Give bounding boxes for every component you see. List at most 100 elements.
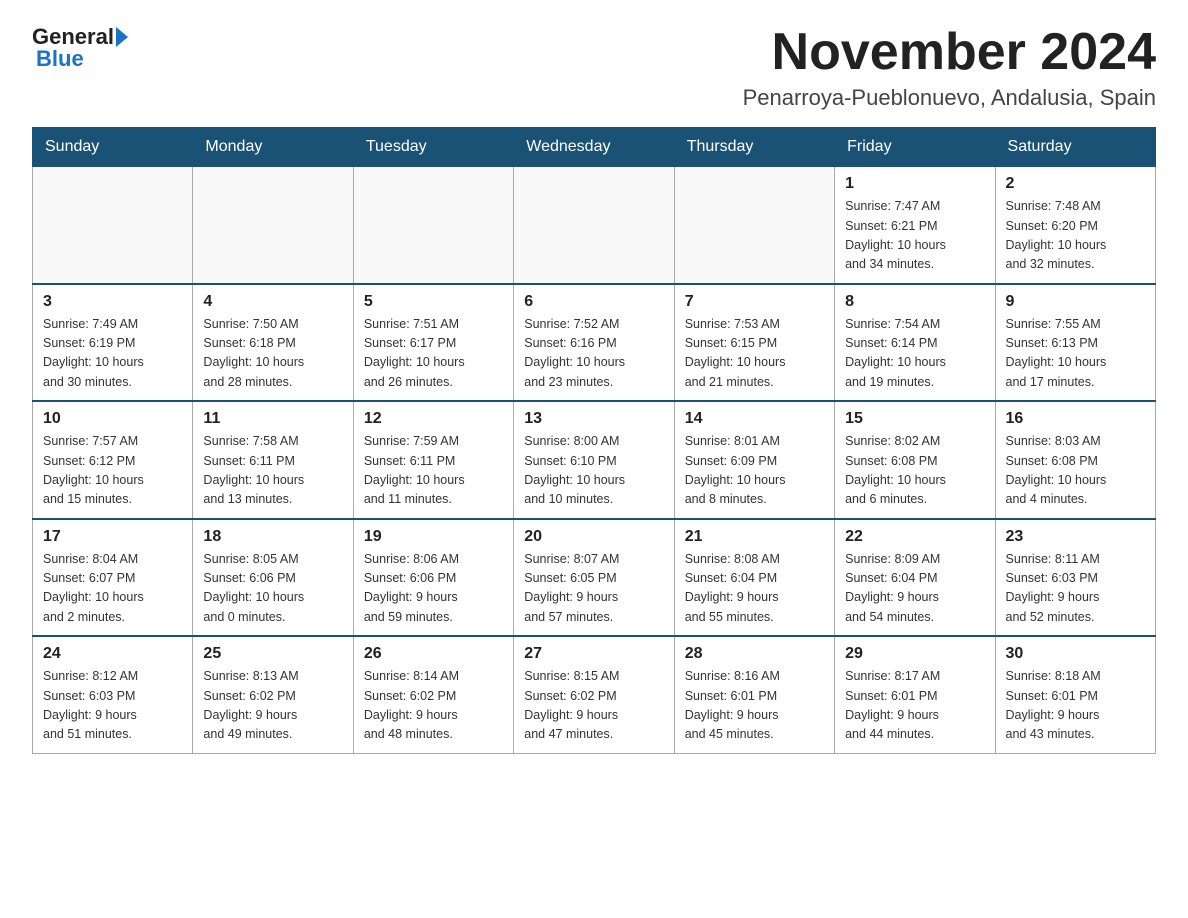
day-info: Sunrise: 8:12 AM Sunset: 6:03 PM Dayligh… — [43, 667, 182, 745]
day-info: Sunrise: 8:05 AM Sunset: 6:06 PM Dayligh… — [203, 550, 342, 628]
calendar-cell: 26 Sunrise: 8:14 AM Sunset: 6:02 PM Dayli… — [353, 636, 513, 753]
day-info: Sunrise: 7:49 AM Sunset: 6:19 PM Dayligh… — [43, 315, 182, 393]
logo: General Blue — [32, 24, 128, 72]
page-header: General Blue November 2024 Penarroya-Pue… — [32, 24, 1156, 111]
logo-blue-label: Blue — [36, 46, 84, 72]
column-header-tuesday: Tuesday — [353, 128, 513, 167]
location: Penarroya-Pueblonuevo, Andalusia, Spain — [743, 85, 1156, 111]
day-number: 21 — [685, 528, 824, 546]
day-number: 14 — [685, 410, 824, 428]
calendar-cell: 16 Sunrise: 8:03 AM Sunset: 6:08 PM Dayli… — [995, 401, 1155, 519]
day-info: Sunrise: 8:13 AM Sunset: 6:02 PM Dayligh… — [203, 667, 342, 745]
day-number: 24 — [43, 645, 182, 663]
calendar-week-row: 3 Sunrise: 7:49 AM Sunset: 6:19 PM Daylig… — [33, 284, 1156, 402]
day-number: 16 — [1006, 410, 1145, 428]
day-number: 7 — [685, 293, 824, 311]
day-info: Sunrise: 7:59 AM Sunset: 6:11 PM Dayligh… — [364, 432, 503, 510]
calendar-cell: 12Sunrise: 7:59 AM Sunset: 6:11 PM Dayli… — [353, 401, 513, 519]
calendar-cell: 13Sunrise: 8:00 AM Sunset: 6:10 PM Dayli… — [514, 401, 674, 519]
month-title: November 2024 — [743, 24, 1156, 81]
calendar-cell — [674, 167, 834, 284]
day-number: 5 — [364, 293, 503, 311]
calendar-cell: 24 Sunrise: 8:12 AM Sunset: 6:03 PM Dayli… — [33, 636, 193, 753]
calendar-cell: 18 Sunrise: 8:05 AM Sunset: 6:06 PM Dayli… — [193, 519, 353, 637]
day-number: 28 — [685, 645, 824, 663]
day-number: 30 — [1006, 645, 1145, 663]
column-header-sunday: Sunday — [33, 128, 193, 167]
day-number: 8 — [845, 293, 984, 311]
day-number: 19 — [364, 528, 503, 546]
day-info: Sunrise: 8:01 AM Sunset: 6:09 PM Dayligh… — [685, 432, 824, 510]
day-info: Sunrise: 8:09 AM Sunset: 6:04 PM Dayligh… — [845, 550, 984, 628]
calendar-cell: 14 Sunrise: 8:01 AM Sunset: 6:09 PM Dayli… — [674, 401, 834, 519]
day-info: Sunrise: 8:11 AM Sunset: 6:03 PM Dayligh… — [1006, 550, 1145, 628]
calendar-cell: 30 Sunrise: 8:18 AM Sunset: 6:01 PM Dayli… — [995, 636, 1155, 753]
calendar-cell — [193, 167, 353, 284]
calendar-cell: 2Sunrise: 7:48 AM Sunset: 6:20 PM Daylig… — [995, 167, 1155, 284]
calendar-cell — [33, 167, 193, 284]
calendar-cell: 19 Sunrise: 8:06 AM Sunset: 6:06 PM Dayli… — [353, 519, 513, 637]
day-info: Sunrise: 8:14 AM Sunset: 6:02 PM Dayligh… — [364, 667, 503, 745]
calendar-cell: 23 Sunrise: 8:11 AM Sunset: 6:03 PM Dayli… — [995, 519, 1155, 637]
calendar-cell: 3 Sunrise: 7:49 AM Sunset: 6:19 PM Daylig… — [33, 284, 193, 402]
day-info: Sunrise: 7:48 AM Sunset: 6:20 PM Dayligh… — [1006, 197, 1145, 275]
day-number: 27 — [524, 645, 663, 663]
day-info: Sunrise: 8:02 AM Sunset: 6:08 PM Dayligh… — [845, 432, 984, 510]
calendar-cell: 22 Sunrise: 8:09 AM Sunset: 6:04 PM Dayli… — [835, 519, 995, 637]
day-number: 3 — [43, 293, 182, 311]
day-number: 17 — [43, 528, 182, 546]
day-number: 9 — [1006, 293, 1145, 311]
column-header-thursday: Thursday — [674, 128, 834, 167]
calendar-cell: 6 Sunrise: 7:52 AM Sunset: 6:16 PM Daylig… — [514, 284, 674, 402]
day-number: 22 — [845, 528, 984, 546]
calendar-cell: 11Sunrise: 7:58 AM Sunset: 6:11 PM Dayli… — [193, 401, 353, 519]
day-info: Sunrise: 7:58 AM Sunset: 6:11 PM Dayligh… — [203, 432, 342, 510]
day-info: Sunrise: 8:04 AM Sunset: 6:07 PM Dayligh… — [43, 550, 182, 628]
calendar-cell: 20 Sunrise: 8:07 AM Sunset: 6:05 PM Dayli… — [514, 519, 674, 637]
day-number: 13 — [524, 410, 663, 428]
day-number: 15 — [845, 410, 984, 428]
calendar-week-row: 24 Sunrise: 8:12 AM Sunset: 6:03 PM Dayli… — [33, 636, 1156, 753]
day-info: Sunrise: 8:16 AM Sunset: 6:01 PM Dayligh… — [685, 667, 824, 745]
day-info: Sunrise: 7:52 AM Sunset: 6:16 PM Dayligh… — [524, 315, 663, 393]
day-number: 20 — [524, 528, 663, 546]
calendar-cell: 4Sunrise: 7:50 AM Sunset: 6:18 PM Daylig… — [193, 284, 353, 402]
calendar-cell: 10Sunrise: 7:57 AM Sunset: 6:12 PM Dayli… — [33, 401, 193, 519]
day-number: 23 — [1006, 528, 1145, 546]
column-header-wednesday: Wednesday — [514, 128, 674, 167]
day-info: Sunrise: 8:07 AM Sunset: 6:05 PM Dayligh… — [524, 550, 663, 628]
day-number: 6 — [524, 293, 663, 311]
calendar-cell: 29 Sunrise: 8:17 AM Sunset: 6:01 PM Dayli… — [835, 636, 995, 753]
column-header-friday: Friday — [835, 128, 995, 167]
title-area: November 2024 Penarroya-Pueblonuevo, And… — [743, 24, 1156, 111]
day-number: 1 — [845, 175, 984, 193]
calendar-table: SundayMondayTuesdayWednesdayThursdayFrid… — [32, 127, 1156, 754]
calendar-cell: 27Sunrise: 8:15 AM Sunset: 6:02 PM Dayli… — [514, 636, 674, 753]
calendar-cell: 7Sunrise: 7:53 AM Sunset: 6:15 PM Daylig… — [674, 284, 834, 402]
calendar-cell: 21Sunrise: 8:08 AM Sunset: 6:04 PM Dayli… — [674, 519, 834, 637]
calendar-cell: 28 Sunrise: 8:16 AM Sunset: 6:01 PM Dayli… — [674, 636, 834, 753]
day-info: Sunrise: 7:57 AM Sunset: 6:12 PM Dayligh… — [43, 432, 182, 510]
column-header-saturday: Saturday — [995, 128, 1155, 167]
calendar-cell — [353, 167, 513, 284]
day-number: 25 — [203, 645, 342, 663]
logo-arrow-icon — [116, 27, 128, 47]
calendar-week-row: 10Sunrise: 7:57 AM Sunset: 6:12 PM Dayli… — [33, 401, 1156, 519]
day-info: Sunrise: 8:03 AM Sunset: 6:08 PM Dayligh… — [1006, 432, 1145, 510]
calendar-cell: 9 Sunrise: 7:55 AM Sunset: 6:13 PM Daylig… — [995, 284, 1155, 402]
calendar-week-row: 1Sunrise: 7:47 AM Sunset: 6:21 PM Daylig… — [33, 167, 1156, 284]
calendar-cell — [514, 167, 674, 284]
day-info: Sunrise: 7:51 AM Sunset: 6:17 PM Dayligh… — [364, 315, 503, 393]
calendar-header-row: SundayMondayTuesdayWednesdayThursdayFrid… — [33, 128, 1156, 167]
day-info: Sunrise: 8:06 AM Sunset: 6:06 PM Dayligh… — [364, 550, 503, 628]
day-info: Sunrise: 8:17 AM Sunset: 6:01 PM Dayligh… — [845, 667, 984, 745]
day-number: 26 — [364, 645, 503, 663]
calendar-cell: 17 Sunrise: 8:04 AM Sunset: 6:07 PM Dayli… — [33, 519, 193, 637]
day-number: 4 — [203, 293, 342, 311]
calendar-cell: 15 Sunrise: 8:02 AM Sunset: 6:08 PM Dayli… — [835, 401, 995, 519]
day-number: 29 — [845, 645, 984, 663]
column-header-monday: Monday — [193, 128, 353, 167]
day-number: 18 — [203, 528, 342, 546]
day-info: Sunrise: 8:18 AM Sunset: 6:01 PM Dayligh… — [1006, 667, 1145, 745]
day-info: Sunrise: 7:55 AM Sunset: 6:13 PM Dayligh… — [1006, 315, 1145, 393]
